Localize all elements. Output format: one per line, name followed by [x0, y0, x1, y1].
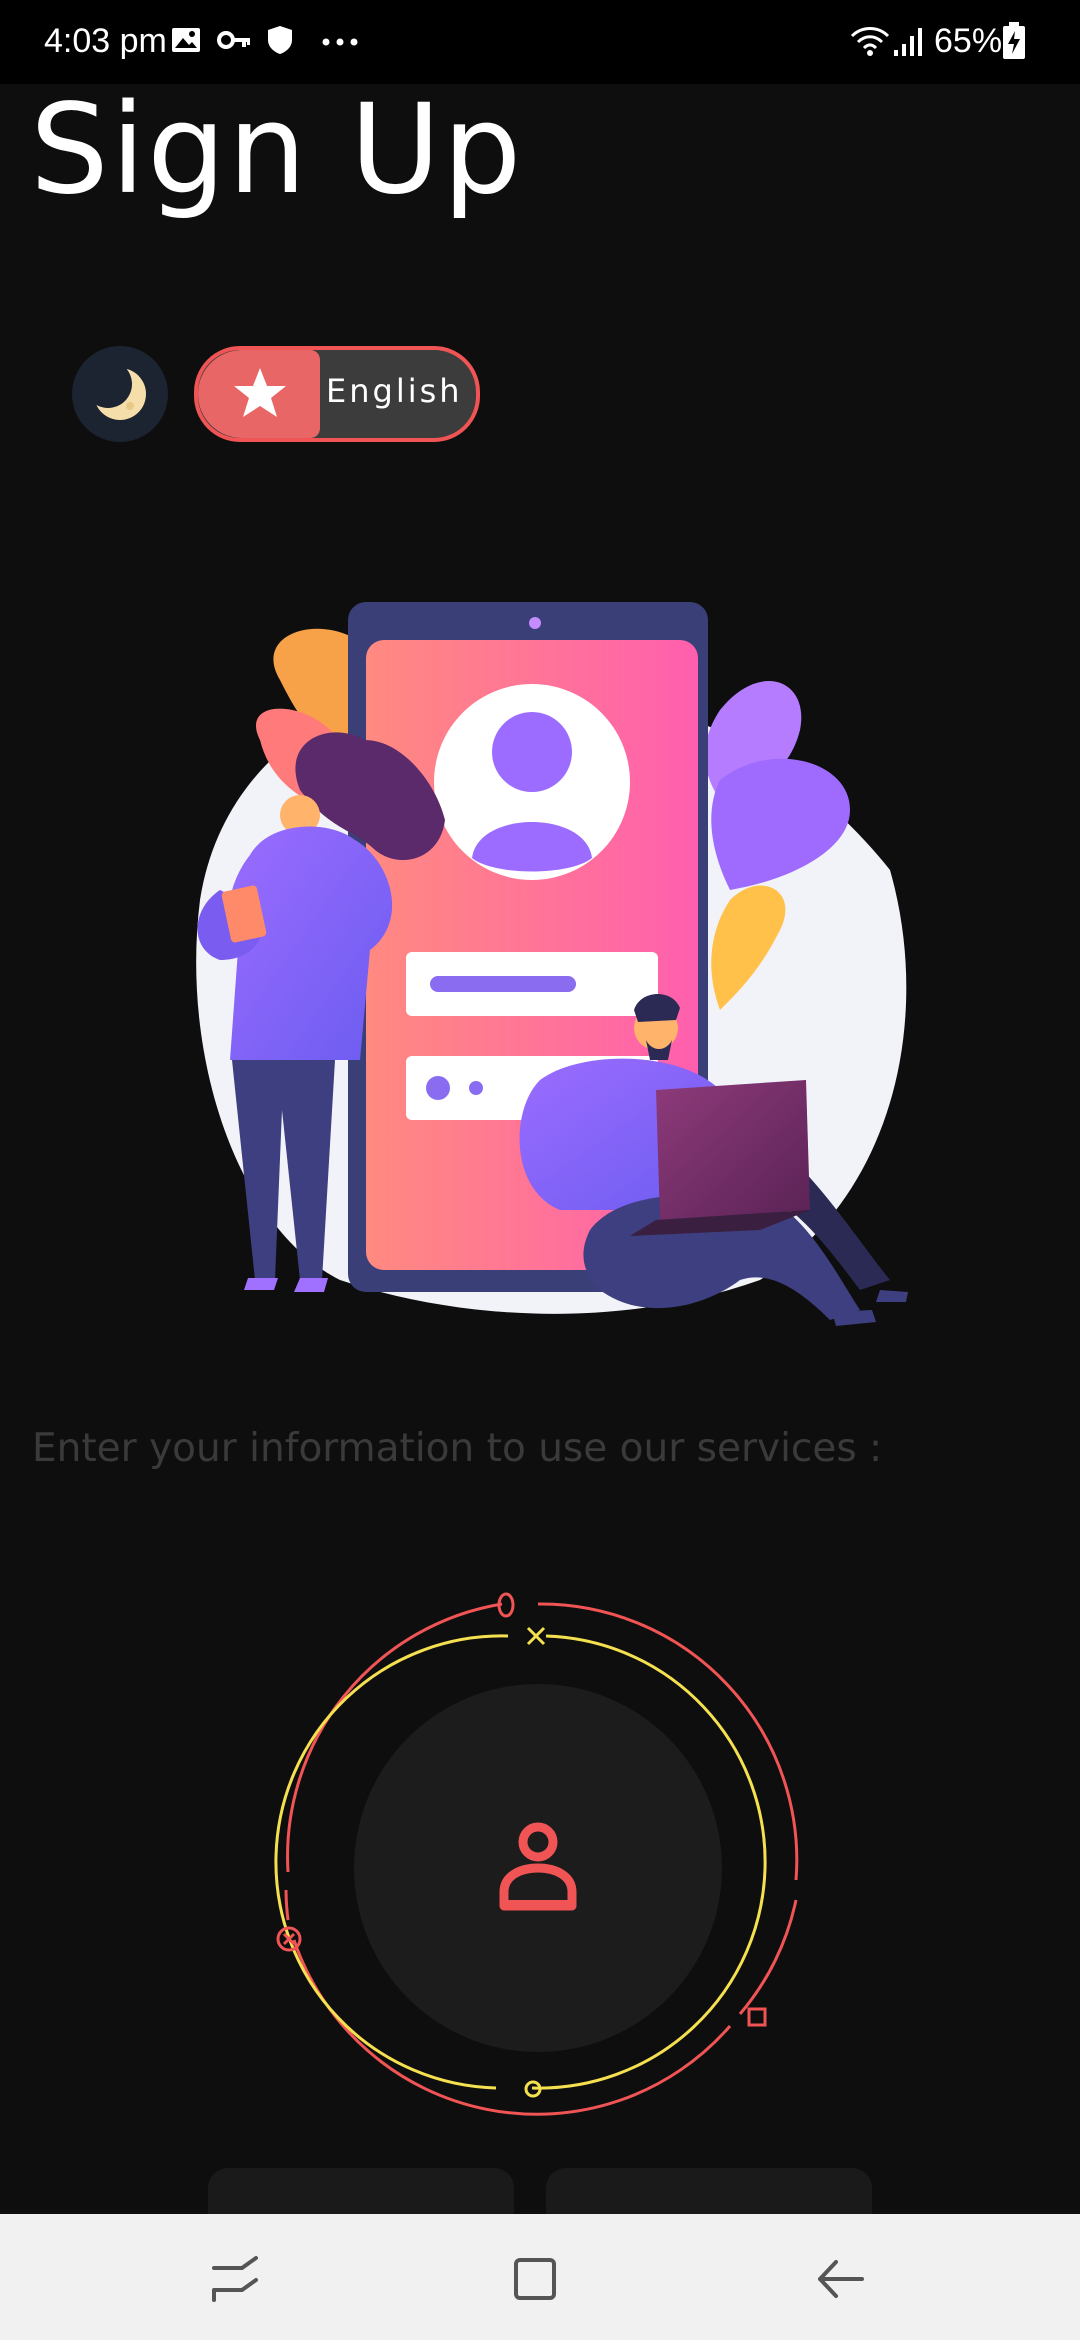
language-toggle-knob [198, 350, 320, 438]
battery-icon [1002, 22, 1026, 65]
back-icon[interactable] [806, 2244, 876, 2314]
square-marker-icon[interactable] [746, 2006, 768, 2033]
image-icon [170, 24, 202, 61]
star-icon [232, 366, 288, 425]
more-dots-icon [320, 24, 360, 61]
signal-icon [892, 24, 926, 63]
recent-apps-icon[interactable] [200, 2244, 270, 2314]
zero-marker-icon [494, 1590, 518, 1625]
close-circle-icon[interactable] [274, 1924, 304, 1959]
status-bar: 4:03 pm 65% [0, 0, 1080, 84]
profile-dial [260, 1580, 820, 2145]
navigation-bar [0, 2214, 1080, 2340]
page-title: Sign Up [30, 78, 524, 222]
x-marker-icon[interactable] [524, 1624, 548, 1653]
home-icon[interactable] [500, 2244, 570, 2314]
key-icon [216, 24, 252, 61]
theme-toggle-button[interactable] [72, 346, 168, 442]
shield-icon [266, 24, 294, 61]
battery-percent: 65% [934, 22, 1003, 60]
status-time: 4:03 pm [44, 22, 167, 60]
wifi-icon [850, 24, 890, 63]
signup-illustration [160, 590, 920, 1355]
language-toggle[interactable]: English [194, 346, 480, 442]
moon-icon [84, 360, 154, 433]
circle-marker-icon[interactable] [522, 2078, 544, 2105]
language-label: English [326, 372, 463, 410]
instructions-text: Enter your information to use our servic… [32, 1426, 883, 1471]
user-icon[interactable] [490, 1820, 586, 1921]
